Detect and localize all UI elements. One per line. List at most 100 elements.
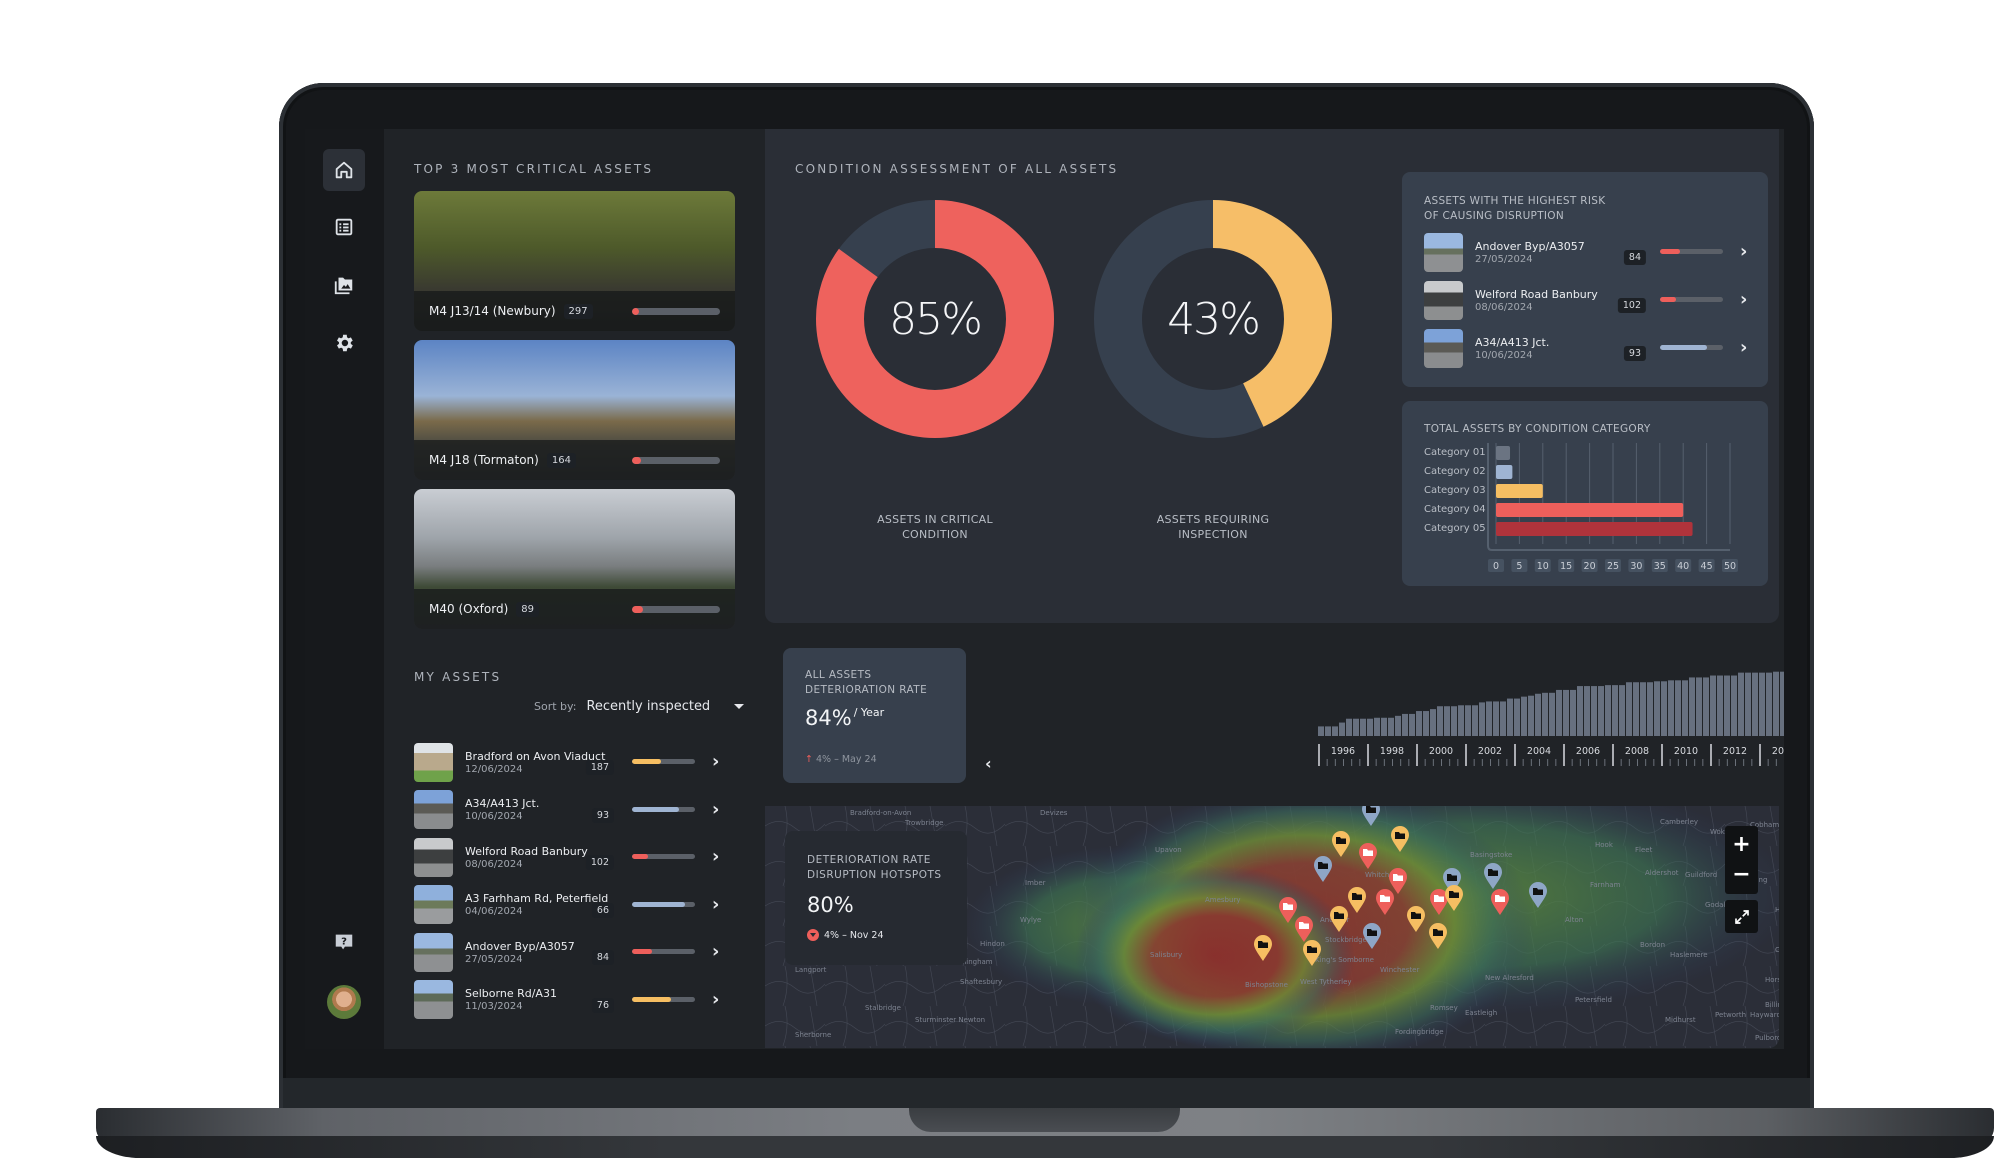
hotspot-card: DETERIORATION RATE DISRUPTION HOTSPOTS 8… xyxy=(785,831,967,965)
timeline-prev-button[interactable]: ‹ xyxy=(985,754,992,773)
fullscreen-button[interactable] xyxy=(1725,900,1758,933)
condition-title: CONDITION ASSESSMENT OF ALL ASSETS xyxy=(795,162,1119,176)
left-column: TOP 3 MOST CRITICAL ASSETS M4 J13/14 (Ne… xyxy=(384,129,765,1049)
map-marker-yellow[interactable] xyxy=(1406,905,1426,933)
timeline-bar xyxy=(1549,692,1555,736)
chevron-right-icon[interactable]: › xyxy=(712,799,719,820)
map-marker-blue[interactable] xyxy=(1313,855,1333,883)
map-marker-yellow[interactable] xyxy=(1329,905,1349,933)
map-marker-blue[interactable] xyxy=(1483,862,1503,890)
timeline-bar xyxy=(1542,692,1548,736)
map-marker-red[interactable] xyxy=(1490,888,1510,916)
map-marker-red[interactable] xyxy=(1358,842,1378,870)
category-bar xyxy=(1496,465,1513,479)
critical-asset-card[interactable]: M4 J18 (Tormaton) 164 xyxy=(414,340,735,480)
map-town-label: Amesbury xyxy=(1205,896,1241,904)
progress-fill xyxy=(632,901,685,907)
map-town-label: Sherborne xyxy=(795,1031,832,1039)
chevron-right-icon[interactable]: › xyxy=(712,941,719,962)
hotspot-change: 4% – Nov 24 xyxy=(807,929,945,941)
map-town-label: Eastleigh xyxy=(1465,1009,1498,1017)
year-label: 2002 xyxy=(1478,746,1502,757)
category-label: Category 05 xyxy=(1424,523,1486,534)
zoom-out-button[interactable]: − xyxy=(1732,860,1750,890)
x-tick-label: 25 xyxy=(1607,561,1619,572)
map-town-label: Langport xyxy=(795,966,827,974)
progress-fill xyxy=(632,308,640,315)
chevron-right-icon[interactable]: › xyxy=(712,989,719,1010)
hotspot-map[interactable]: Bradford-on-AvonTrowbridgeWestburyFromeW… xyxy=(765,806,1779,1048)
risk-asset-row[interactable]: Andover Byp/A3057 27/05/2024 84 › xyxy=(1424,232,1754,272)
map-marker-blue[interactable] xyxy=(1528,881,1548,909)
map-marker-red[interactable] xyxy=(1375,888,1395,916)
asset-date: 08/06/2024 xyxy=(465,858,523,870)
map-marker-yellow[interactable] xyxy=(1428,922,1448,950)
my-asset-row[interactable]: Selborne Rd/A31 11/03/2024 76 › xyxy=(414,980,734,1020)
x-tick-label: 10 xyxy=(1537,561,1549,572)
map-town-label: Bradford-on-Avon xyxy=(850,809,912,817)
risk-asset-row[interactable]: A34/A413 Jct. 10/06/2024 93 › xyxy=(1424,328,1754,368)
timeline-bar xyxy=(1598,686,1604,736)
user-avatar[interactable] xyxy=(327,985,361,1019)
map-town-label: Pulborough xyxy=(1755,1034,1779,1042)
my-asset-row[interactable]: A3 Farhham Rd, Peterfield 04/06/2024 66 › xyxy=(414,885,734,925)
asset-progress xyxy=(1660,249,1723,254)
x-tick-label: 0 xyxy=(1493,561,1499,572)
map-marker-yellow[interactable] xyxy=(1390,825,1410,853)
timeline-bar xyxy=(1605,685,1611,736)
timeline-bar xyxy=(1437,706,1443,736)
donut-caption: ASSETS REQUIRING INSPECTION xyxy=(1093,512,1333,542)
timeline-bar xyxy=(1430,709,1436,736)
map-marker-yellow[interactable] xyxy=(1253,934,1273,962)
chevron-right-icon[interactable]: › xyxy=(712,846,719,867)
map-marker-blue[interactable] xyxy=(1362,922,1382,950)
risk-asset-row[interactable]: Welford Road Banbury 08/06/2024 102 › xyxy=(1424,280,1754,320)
laptop-notch xyxy=(909,1108,1180,1132)
my-asset-row[interactable]: Welford Road Banbury 08/06/2024 102 › xyxy=(414,837,734,877)
category-bar xyxy=(1496,522,1693,536)
zoom-in-button[interactable]: + xyxy=(1732,830,1750,860)
timeline-bar xyxy=(1717,675,1723,736)
list-icon xyxy=(335,218,353,236)
map-marker-yellow[interactable] xyxy=(1331,830,1351,858)
timeline-bar xyxy=(1507,698,1513,736)
chevron-right-icon[interactable]: › xyxy=(712,894,719,915)
my-asset-row[interactable]: Andover Byp/A3057 27/05/2024 84 › xyxy=(414,932,734,972)
critical-asset-info: M40 (Oxford) 89 xyxy=(414,589,735,629)
chevron-right-icon[interactable]: › xyxy=(712,751,719,772)
timeline-bar xyxy=(1367,718,1373,736)
my-asset-row[interactable]: Bradford on Avon Viaduct 12/06/2024 187 › xyxy=(414,742,734,782)
expand-icon xyxy=(1734,909,1749,924)
sidebar-item-list[interactable] xyxy=(323,206,365,248)
asset-thumbnail xyxy=(414,790,453,829)
timeline-bar xyxy=(1353,718,1359,736)
gallery-icon xyxy=(334,277,353,295)
help-button[interactable]: ? xyxy=(323,921,365,963)
map-marker-yellow[interactable] xyxy=(1302,939,1322,967)
map-marker-blue[interactable] xyxy=(1361,806,1381,827)
map-town-label: Fleet xyxy=(1635,846,1653,854)
sidebar-item-home[interactable] xyxy=(323,149,365,191)
timeline-bar xyxy=(1374,717,1380,736)
sort-dropdown[interactable]: Sort by: Recently inspected xyxy=(534,699,745,714)
timeline-bar xyxy=(1325,726,1331,736)
chevron-right-icon[interactable]: › xyxy=(1740,337,1747,358)
asset-count-wrap: 102 xyxy=(585,850,614,870)
critical-asset-card[interactable]: M4 J13/14 (Newbury) 297 xyxy=(414,191,735,331)
donut-caption-line: ASSETS IN CRITICAL xyxy=(877,513,993,526)
timeline-bar xyxy=(1528,695,1534,736)
chevron-right-icon[interactable]: › xyxy=(1740,241,1747,262)
donut-percent: 43% xyxy=(1167,293,1261,345)
critical-asset-card[interactable]: M40 (Oxford) 89 xyxy=(414,489,735,629)
map-marker-yellow[interactable] xyxy=(1444,884,1464,912)
deterioration-timeline-chart[interactable]: 1996 1998 2000 2002 2004 2006 2008 2010 2012 2014… xyxy=(1005,629,1784,789)
map-marker-yellow[interactable] xyxy=(1347,886,1367,914)
timeline-bar xyxy=(1647,682,1653,736)
map-town-label: Fordingbridge xyxy=(1395,1028,1444,1036)
sidebar-item-gallery[interactable] xyxy=(323,264,365,306)
map-town-label: Stalbridge xyxy=(865,1004,901,1012)
chevron-right-icon[interactable]: › xyxy=(1740,289,1747,310)
critical-asset-count: 89 xyxy=(516,601,539,617)
my-asset-row[interactable]: A34/A413 Jct. 10/06/2024 93 › xyxy=(414,790,734,830)
sidebar-item-settings[interactable] xyxy=(323,322,365,364)
